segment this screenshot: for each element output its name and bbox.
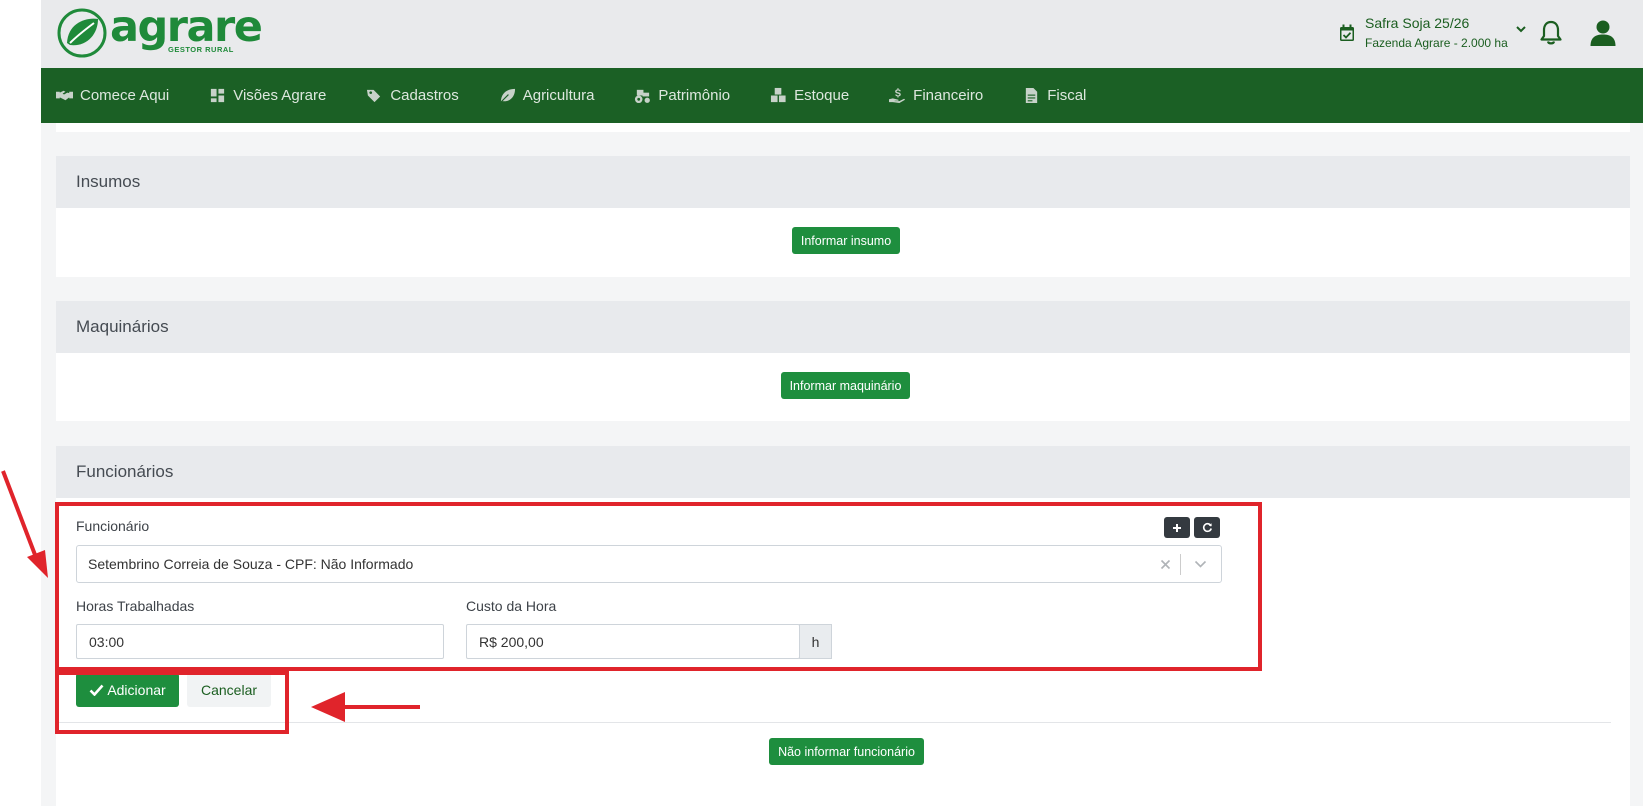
agrare-logo[interactable]: agrare GESTOR RURAL — [56, 2, 263, 59]
nav-label: Fiscal — [1047, 87, 1087, 104]
user-avatar-icon[interactable] — [1589, 19, 1617, 47]
file-invoice-icon — [1026, 87, 1038, 104]
action-buttons-highlight — [55, 671, 289, 734]
informar-insumo-button[interactable]: Informar insumo — [792, 227, 900, 254]
maquinarios-card: Maquinários Informar maquinário — [56, 301, 1630, 421]
nav-item-patrimonio[interactable]: Patrimônio — [634, 87, 730, 104]
nao-informar-funcionario-button[interactable]: Não informar funcionário — [769, 738, 924, 765]
dashboard-icon — [211, 88, 225, 103]
brand-name: agrare — [110, 2, 263, 53]
safra-selector[interactable]: Safra Soja 25/26 Fazenda Agrare - 2.000 … — [1339, 15, 1527, 50]
nav-item-fiscal[interactable]: Fiscal — [1023, 87, 1086, 104]
safra-title: Safra Soja 25/26 — [1365, 15, 1470, 31]
nav-item-cadastros[interactable]: Cadastros — [366, 87, 459, 104]
informar-maquinario-button[interactable]: Informar maquinário — [781, 372, 910, 399]
leaf-logo-icon — [57, 8, 107, 58]
top-header: agrare GESTOR RURAL Safra Soja 25/26 Faz… — [41, 0, 1643, 68]
tractor-icon — [635, 89, 651, 104]
nav-label: Comece Aqui — [80, 87, 170, 104]
calendar-check-icon — [1340, 24, 1354, 41]
nav-label: Patrimônio — [658, 87, 731, 104]
nav-label: Visões Agrare — [233, 87, 327, 104]
leaf-icon — [500, 88, 515, 103]
previous-card-bottom — [56, 123, 1630, 132]
nav-item-estoque[interactable]: Estoque — [770, 87, 849, 104]
nav-item-visoes-agrare[interactable]: Visões Agrare — [209, 87, 326, 104]
nav-item-financeiro[interactable]: Financeiro — [889, 87, 983, 104]
chevron-down-icon — [1516, 25, 1526, 32]
funcionarios-card-title: Funcionários — [56, 446, 1630, 498]
boxes-icon — [771, 87, 786, 103]
insumos-card: Insumos Informar insumo — [56, 156, 1630, 277]
hand-money-icon — [889, 87, 906, 104]
insumos-card-title: Insumos — [56, 156, 1630, 208]
nav-label: Cadastros — [390, 87, 459, 104]
bell-icon[interactable] — [1539, 20, 1563, 46]
nav-label: Agricultura — [522, 87, 595, 104]
brand-subtitle: GESTOR RURAL — [168, 45, 234, 55]
main-content: Insumos Informar insumo Maquinários Info… — [56, 123, 1630, 806]
maquinarios-card-title: Maquinários — [56, 301, 1630, 353]
nav-item-comece-aqui[interactable]: Comece Aqui — [56, 87, 169, 104]
section-divider — [56, 722, 1611, 723]
safra-farm: Fazenda Agrare - 2.000 ha — [1365, 36, 1508, 50]
main-navbar: Comece Aqui Visões Agrare Cadastros Agri… — [41, 68, 1643, 123]
handshake-icon — [56, 90, 73, 101]
tags-icon — [367, 89, 381, 103]
nav-item-agricultura[interactable]: Agricultura — [499, 87, 595, 104]
nav-label: Estoque — [794, 87, 850, 104]
nav-label: Financeiro — [913, 87, 984, 104]
funcionario-form-highlight — [55, 502, 1262, 671]
